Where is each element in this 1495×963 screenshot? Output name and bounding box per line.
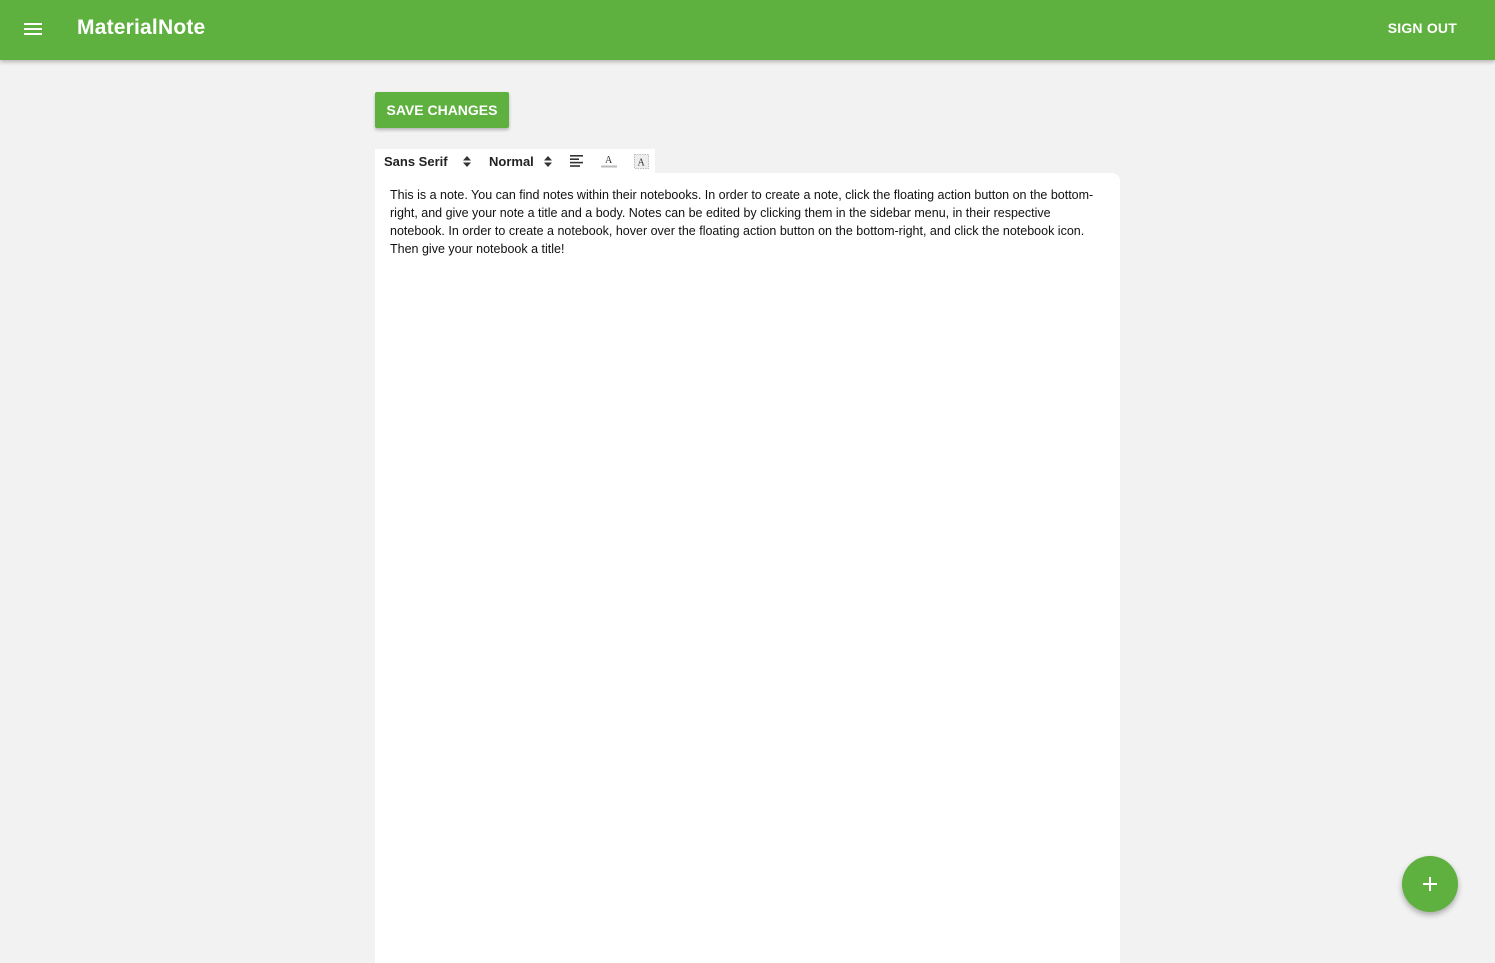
svg-text:A: A xyxy=(637,157,645,168)
background-color-icon[interactable]: A xyxy=(629,150,653,172)
size-picker-label: Normal xyxy=(489,153,534,169)
menu-button[interactable] xyxy=(12,8,54,50)
hamburger-menu-icon xyxy=(24,23,42,35)
sign-out-button[interactable]: SIGN OUT xyxy=(1388,20,1457,36)
font-picker[interactable]: Sans Serif xyxy=(384,154,481,169)
size-picker[interactable]: Normal xyxy=(489,154,561,169)
note-editor[interactable]: This is a note. You can find notes withi… xyxy=(375,173,1120,963)
text-color-icon[interactable]: A xyxy=(597,150,621,172)
plus-icon xyxy=(1423,877,1437,891)
app-title: MaterialNote xyxy=(77,16,206,39)
add-fab-button[interactable] xyxy=(1402,856,1458,912)
note-body[interactable]: This is a note. You can find notes withi… xyxy=(390,186,1095,258)
svg-text:A: A xyxy=(605,155,613,166)
font-picker-label: Sans Serif xyxy=(384,153,448,169)
align-left-icon[interactable] xyxy=(565,150,589,172)
updown-caret-icon xyxy=(543,155,552,167)
updown-caret-icon xyxy=(462,155,471,167)
editor-toolbar: Sans Serif Normal A A xyxy=(375,149,655,173)
app-bar: MaterialNote SIGN OUT xyxy=(0,0,1495,60)
save-changes-button[interactable]: SAVE CHANGES xyxy=(375,92,509,128)
